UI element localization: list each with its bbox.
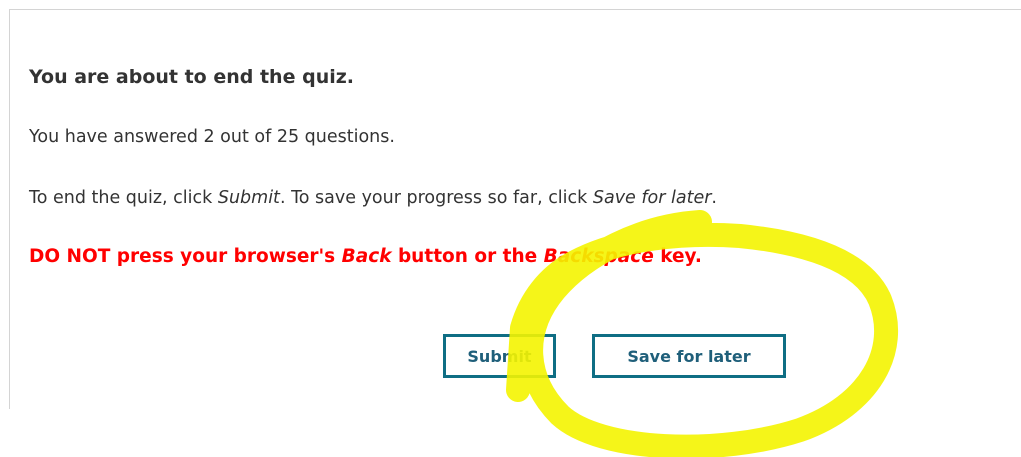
answered-summary: You have answered 2 out of 25 questions. bbox=[29, 127, 395, 147]
warning-part-1: DO NOT press your browser's bbox=[29, 246, 342, 267]
warning-back-em: Back bbox=[341, 246, 392, 267]
submit-button[interactable]: Submit bbox=[443, 334, 556, 378]
instructions-part-2: . To save your progress so far, click bbox=[279, 188, 593, 208]
instructions-submit-em: Submit bbox=[217, 188, 280, 208]
save-for-later-button[interactable]: Save for later bbox=[592, 334, 786, 378]
instructions-part-1: To end the quiz, click bbox=[29, 188, 218, 208]
warning-part-3: key. bbox=[653, 246, 702, 267]
instructions-save-em: Save for later bbox=[592, 188, 712, 208]
page-title: You are about to end the quiz. bbox=[29, 66, 355, 88]
instructions-text: To end the quiz, click Submit. To save y… bbox=[29, 188, 717, 208]
warning-backspace-em: Backspace bbox=[543, 246, 654, 267]
warning-part-2: button or the bbox=[391, 246, 544, 267]
instructions-part-3: . bbox=[711, 188, 717, 208]
warning-text: DO NOT press your browser's Back button … bbox=[29, 246, 702, 267]
